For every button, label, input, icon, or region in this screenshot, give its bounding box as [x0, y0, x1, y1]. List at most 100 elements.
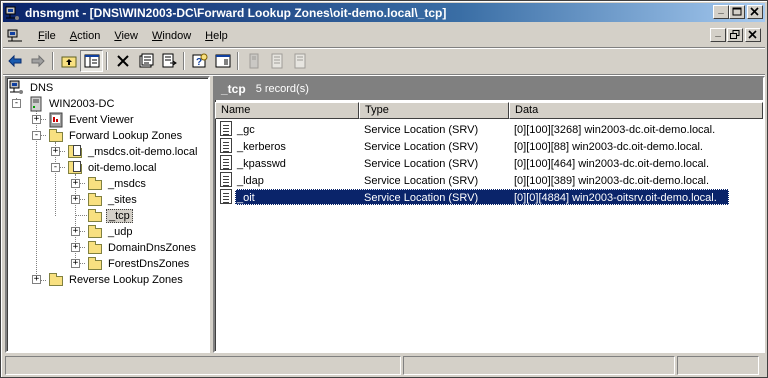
close-button[interactable]: [747, 5, 763, 19]
menu-bar: File Action View Window Help _: [3, 25, 765, 46]
back-icon: [7, 54, 21, 68]
expand-toggle[interactable]: +: [71, 259, 80, 268]
expand-toggle[interactable]: +: [71, 179, 80, 188]
record-type: Service Location (SRV): [364, 174, 479, 187]
record-icon: [220, 155, 232, 170]
column-header-data[interactable]: Data: [509, 102, 763, 119]
help-icon: ?: [192, 53, 207, 68]
tree-item-event-viewer[interactable]: Event Viewer: [48, 112, 136, 128]
toolbar: ?: [3, 49, 765, 73]
column-header-type[interactable]: Type: [359, 102, 509, 119]
record-name: _gc: [237, 123, 255, 136]
expand-toggle[interactable]: +: [32, 115, 41, 124]
menu-file[interactable]: File: [31, 30, 63, 42]
event-viewer-icon: [48, 112, 64, 128]
record-count: 5 record(s): [255, 83, 309, 95]
folder-icon: [87, 208, 103, 224]
tree-item-oit-demo-zone[interactable]: oit-demo.local: [67, 160, 158, 176]
minimize-button[interactable]: _: [713, 5, 729, 19]
record-list: _gc Service Location (SRV) [0][100][3268…: [215, 121, 763, 206]
table-row[interactable]: _kerberos Service Location (SRV) [0][100…: [215, 138, 763, 155]
delete-icon: [116, 55, 129, 67]
zone-button[interactable]: [265, 50, 288, 72]
menu-action[interactable]: Action: [63, 30, 108, 42]
window-title: dnsmgmt - [DNS\WIN2003-DC\Forward Lookup…: [25, 5, 447, 20]
server-button[interactable]: [242, 50, 265, 72]
record-icon: [220, 121, 232, 136]
up-one-level-button[interactable]: [57, 50, 80, 72]
child-minimize-button[interactable]: _: [710, 28, 726, 42]
console-tree-icon: [215, 54, 230, 68]
back-button[interactable]: [3, 50, 26, 72]
console-tree[interactable]: DNS - WIN2003-DC + Event Viewer - Forwar…: [5, 76, 210, 353]
properties-button[interactable]: [134, 50, 157, 72]
tree-item-reverse-lookup-zones[interactable]: Reverse Lookup Zones: [48, 272, 185, 288]
tree-item-udp[interactable]: _udp: [87, 224, 134, 240]
tree-item-server[interactable]: WIN2003-DC: [28, 96, 116, 112]
tree-item-forestdnszones[interactable]: ForestDnsZones: [87, 256, 191, 272]
folder-icon: [87, 192, 103, 208]
export-list-button[interactable]: [157, 50, 180, 72]
folder-icon: [87, 240, 103, 256]
tree-item-domaindnszones[interactable]: DomainDnsZones: [87, 240, 198, 256]
tree-item-msdcs[interactable]: _msdcs: [87, 176, 148, 192]
details-pane[interactable]: _tcp 5 record(s) Name Type Data _gc Serv…: [213, 76, 765, 353]
table-row[interactable]: _ldap Service Location (SRV) [0][100][38…: [215, 172, 763, 189]
record-name: _kerberos: [237, 140, 286, 153]
tree-item-forward-lookup-zones[interactable]: Forward Lookup Zones: [48, 128, 184, 144]
title-bar[interactable]: dnsmgmt - [DNS\WIN2003-DC\Forward Lookup…: [3, 3, 765, 22]
zone-icon: [67, 160, 83, 176]
toolbar-separator: [237, 52, 239, 70]
tree-item-tcp[interactable]: _tcp: [87, 208, 133, 224]
server-icon: [249, 53, 258, 69]
status-panel: [5, 356, 401, 375]
record-icon: [220, 172, 232, 187]
child-restore-button[interactable]: [727, 28, 743, 42]
collapse-toggle[interactable]: -: [12, 99, 21, 108]
record-icon: [294, 53, 305, 69]
tree-item-sites[interactable]: _sites: [87, 192, 139, 208]
child-close-button[interactable]: [745, 28, 761, 42]
record-name: _oit: [237, 191, 255, 204]
table-row[interactable]: _gc Service Location (SRV) [0][100][3268…: [215, 121, 763, 138]
tree-item-msdcs-zone[interactable]: _msdcs.oit-demo.local: [67, 144, 199, 160]
tree-item-dns[interactable]: DNS: [9, 80, 55, 96]
toolbar-separator: [52, 52, 54, 70]
expand-toggle[interactable]: +: [71, 243, 80, 252]
mmc-doc-icon[interactable]: [7, 28, 25, 44]
show-hide-tree-button[interactable]: [80, 50, 103, 72]
record-button[interactable]: [288, 50, 311, 72]
record-type: Service Location (SRV): [364, 157, 479, 170]
details-title: _tcp: [221, 82, 246, 96]
forward-button[interactable]: [26, 50, 49, 72]
expand-toggle[interactable]: +: [32, 275, 41, 284]
up-folder-icon: [61, 56, 76, 68]
show-console-tree-button[interactable]: [211, 50, 234, 72]
status-panel: [403, 356, 675, 375]
toolbar-separator: [183, 52, 185, 70]
delete-button[interactable]: [111, 50, 134, 72]
table-row-selected[interactable]: _oit Service Location (SRV) [0][0][4884]…: [215, 189, 763, 206]
show-hide-tree-icon: [84, 54, 99, 68]
menu-view[interactable]: View: [107, 30, 145, 42]
column-header-name[interactable]: Name: [215, 102, 359, 119]
folder-icon: [48, 128, 64, 144]
expand-toggle[interactable]: +: [71, 227, 80, 236]
collapse-toggle[interactable]: -: [32, 131, 41, 140]
record-type: Service Location (SRV): [364, 123, 479, 136]
collapse-toggle[interactable]: -: [51, 163, 60, 172]
expand-toggle[interactable]: +: [71, 195, 80, 204]
table-row[interactable]: _kpasswd Service Location (SRV) [0][100]…: [215, 155, 763, 172]
export-list-icon: [162, 53, 177, 68]
dns-icon: [9, 80, 25, 96]
help-button[interactable]: ?: [188, 50, 211, 72]
status-panel: [677, 356, 759, 375]
record-data: [0][100][88] win2003-dc.oit-demo.local.: [514, 140, 703, 153]
menu-window[interactable]: Window: [145, 30, 198, 42]
maximize-button[interactable]: [729, 5, 745, 19]
record-name: _kpasswd: [237, 157, 286, 170]
record-data: [0][100][464] win2003-dc.oit-demo.local.: [514, 157, 710, 170]
expand-toggle[interactable]: +: [51, 147, 60, 156]
record-type: Service Location (SRV): [364, 140, 479, 153]
menu-help[interactable]: Help: [198, 30, 235, 42]
